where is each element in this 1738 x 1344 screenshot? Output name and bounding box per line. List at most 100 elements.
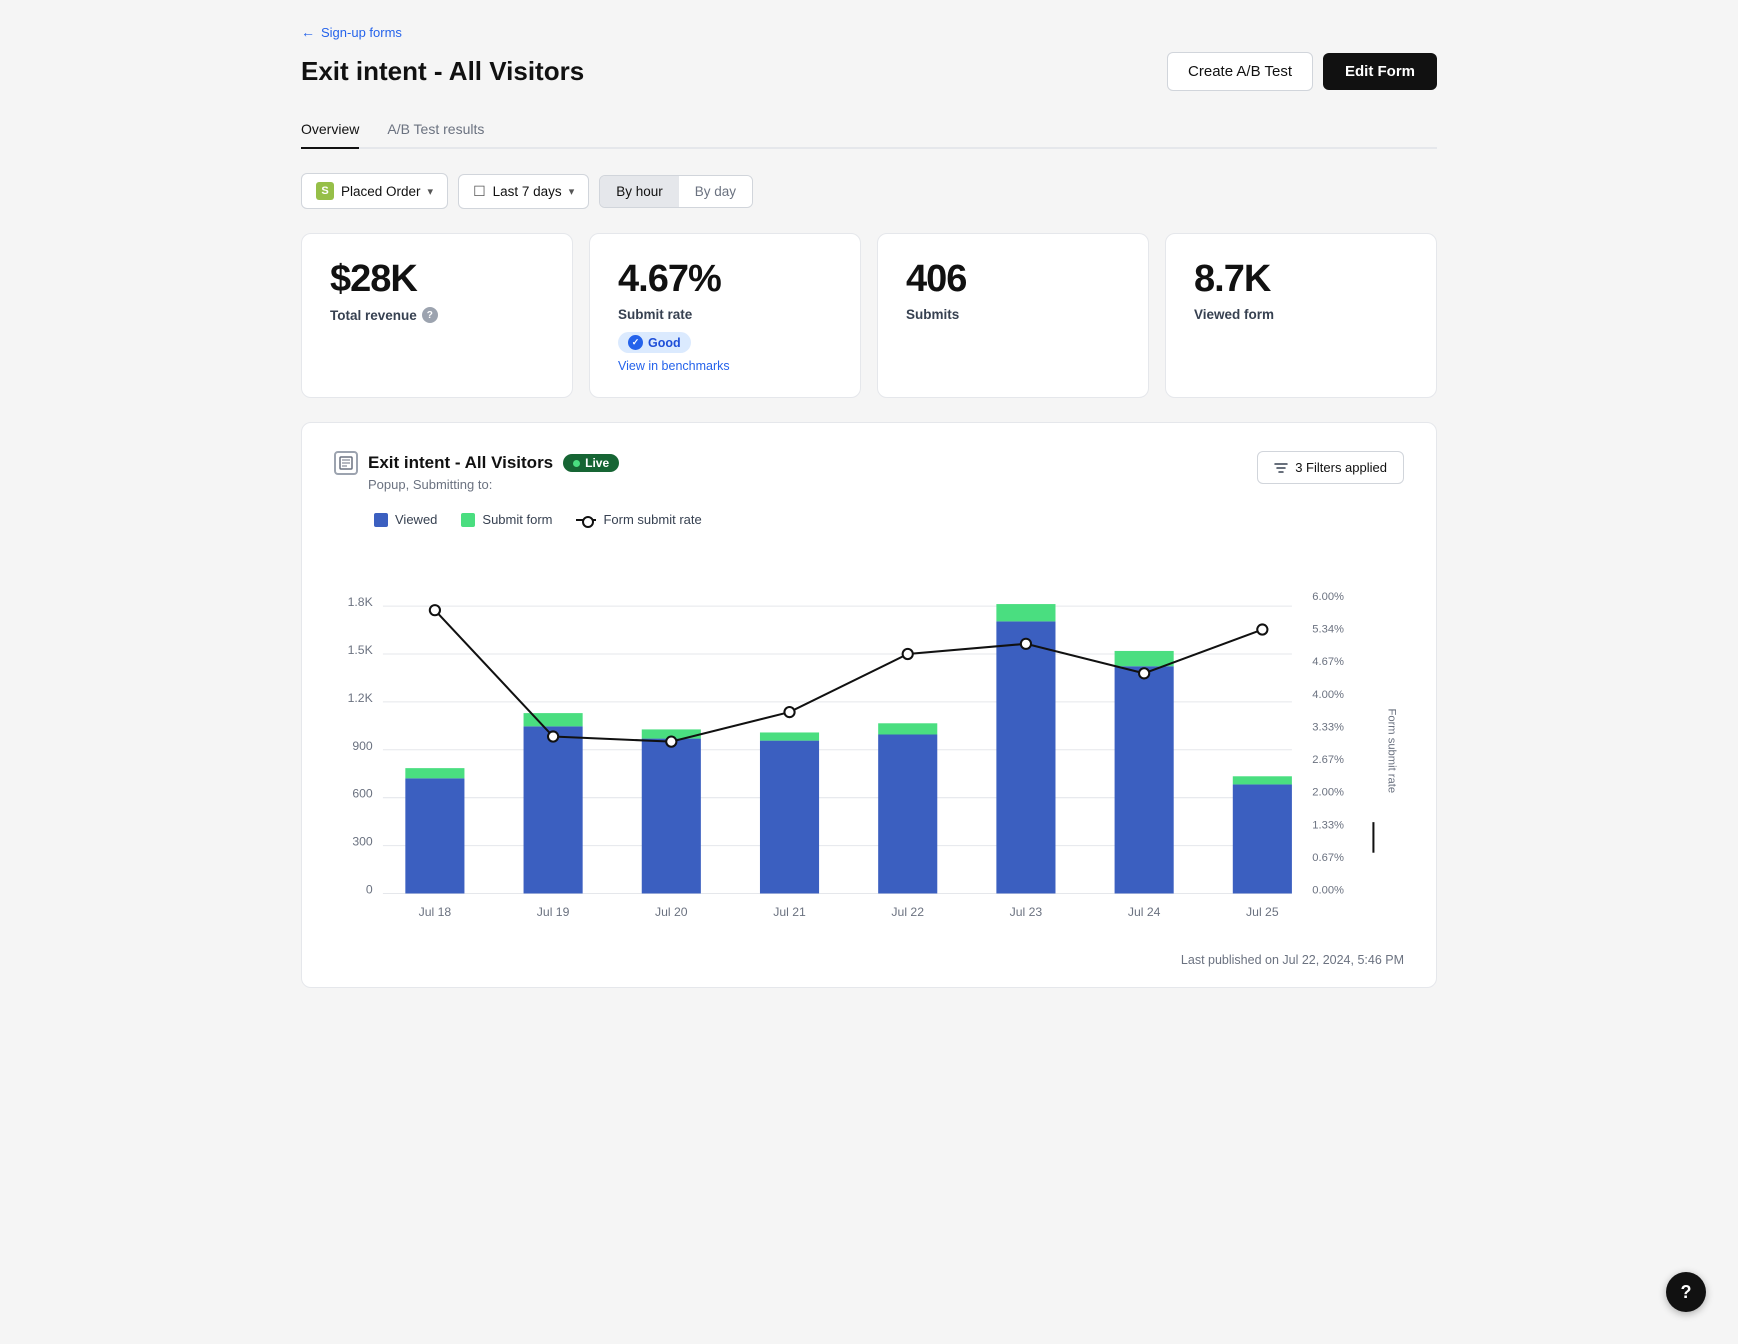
tab-ab-results[interactable]: A/B Test results	[387, 111, 484, 149]
view-benchmarks-link[interactable]: View in benchmarks	[618, 359, 832, 373]
back-arrow-icon: ←	[301, 24, 315, 40]
x-label-jul24: Jul 24	[1128, 905, 1161, 919]
chart-subtitle: Popup, Submitting to:	[368, 477, 619, 492]
header-actions: Create A/B Test Edit Form	[1167, 52, 1437, 91]
bar-viewed-jul25	[1233, 784, 1292, 893]
dot-jul25	[1257, 624, 1267, 634]
svg-text:2.00%: 2.00%	[1312, 787, 1344, 799]
calendar-icon: ☐	[473, 183, 486, 200]
bar-viewed-jul24	[1115, 666, 1174, 893]
help-fab-button[interactable]: ?	[1666, 1272, 1706, 1312]
legend-submit-form: Submit form	[461, 512, 552, 527]
create-ab-test-button[interactable]: Create A/B Test	[1167, 52, 1313, 91]
chart-title-group: Exit intent - All Visitors Live Popup, S…	[334, 451, 619, 492]
live-badge: Live	[563, 454, 619, 472]
published-text: Last published on Jul 22, 2024, 5:46 PM	[334, 953, 1404, 967]
metrics-row: $28K Total revenue ? 4.67% Submit rate ✓…	[301, 233, 1437, 398]
legend-viewed-box	[374, 513, 388, 527]
x-label-jul23: Jul 23	[1010, 905, 1043, 919]
dot-jul22	[903, 649, 913, 659]
by-day-toggle[interactable]: By day	[679, 176, 752, 207]
bar-viewed-jul19	[524, 726, 583, 893]
filters-applied-button[interactable]: 3 Filters applied	[1257, 451, 1404, 484]
dot-jul18	[430, 605, 440, 615]
metric-label-viewed: Viewed form	[1194, 307, 1408, 322]
svg-text:900: 900	[352, 739, 373, 753]
svg-text:6.00%: 6.00%	[1312, 591, 1344, 603]
x-label-jul25: Jul 25	[1246, 905, 1279, 919]
dot-jul23	[1021, 639, 1031, 649]
x-label-jul22: Jul 22	[891, 905, 924, 919]
legend-form-submit-rate: Form submit rate	[576, 512, 701, 527]
metric-submits: 406 Submits	[877, 233, 1149, 398]
svg-text:Form submit rate: Form submit rate	[1386, 709, 1398, 794]
metric-label-submits: Submits	[906, 307, 1120, 322]
svg-text:1.2K: 1.2K	[348, 691, 374, 705]
metric-total-revenue: $28K Total revenue ?	[301, 233, 573, 398]
metric-viewed-form: 8.7K Viewed form	[1165, 233, 1437, 398]
live-dot	[573, 460, 580, 467]
chart-svg: 0 300 600 900 1.2K 1.5K 1.8K 0.00% 0.67%…	[334, 547, 1404, 934]
svg-text:3.33%: 3.33%	[1312, 721, 1344, 733]
chevron-down-icon: ▾	[428, 185, 434, 198]
svg-text:1.8K: 1.8K	[348, 595, 374, 609]
dot-jul20	[666, 737, 676, 747]
svg-text:1.33%: 1.33%	[1312, 819, 1344, 831]
help-icon-revenue[interactable]: ?	[422, 307, 438, 323]
good-badge: ✓ Good	[618, 332, 691, 353]
date-range-filter[interactable]: ☐ Last 7 days ▾	[458, 174, 589, 209]
tab-overview[interactable]: Overview	[301, 111, 359, 149]
by-hour-toggle[interactable]: By hour	[600, 176, 679, 207]
metric-label-submit-rate: Submit rate	[618, 307, 832, 322]
svg-text:2.67%: 2.67%	[1312, 754, 1344, 766]
tabs-row: Overview A/B Test results	[301, 111, 1437, 149]
back-label: Sign-up forms	[321, 25, 402, 40]
bar-viewed-jul21	[760, 741, 819, 894]
bar-viewed-jul20	[642, 739, 701, 894]
bar-submit-jul25	[1233, 776, 1292, 784]
chart-title: Exit intent - All Visitors	[368, 453, 553, 473]
page-title: Exit intent - All Visitors	[301, 56, 584, 87]
chart-card: Exit intent - All Visitors Live Popup, S…	[301, 422, 1437, 988]
check-icon: ✓	[628, 335, 643, 350]
x-label-jul20: Jul 20	[655, 905, 688, 919]
svg-text:0.67%: 0.67%	[1312, 852, 1344, 864]
metric-value-submit-rate: 4.67%	[618, 258, 832, 301]
chart-header: Exit intent - All Visitors Live Popup, S…	[334, 451, 1404, 492]
svg-text:4.67%: 4.67%	[1312, 656, 1344, 668]
shopify-icon: S	[316, 182, 334, 200]
dot-jul19	[548, 731, 558, 741]
back-link[interactable]: ← Sign-up forms	[301, 24, 1437, 40]
svg-text:300: 300	[352, 835, 373, 849]
edit-form-button[interactable]: Edit Form	[1323, 53, 1437, 90]
svg-text:1.5K: 1.5K	[348, 643, 374, 657]
bar-viewed-jul23	[996, 621, 1055, 893]
placed-order-label: Placed Order	[341, 184, 421, 199]
bar-submit-jul23	[996, 604, 1055, 621]
bar-viewed-jul18	[405, 778, 464, 893]
chart-form-icon	[334, 451, 358, 475]
metric-value-viewed: 8.7K	[1194, 258, 1408, 301]
dot-jul24	[1139, 668, 1149, 678]
metric-submit-rate: 4.67% Submit rate ✓ Good View in benchma…	[589, 233, 861, 398]
bar-submit-jul22	[878, 723, 937, 734]
dot-jul21	[784, 707, 794, 717]
placed-order-filter[interactable]: S Placed Order ▾	[301, 173, 448, 209]
svg-text:600: 600	[352, 787, 373, 801]
time-toggle-group: By hour By day	[599, 175, 753, 208]
date-range-label: Last 7 days	[493, 184, 562, 199]
chart-legend: Viewed Submit form Form submit rate	[374, 512, 1404, 527]
x-label-jul18: Jul 18	[419, 905, 452, 919]
legend-rate-line	[576, 519, 596, 521]
svg-text:4.00%: 4.00%	[1312, 689, 1344, 701]
chart-area: 0 300 600 900 1.2K 1.5K 1.8K 0.00% 0.67%…	[334, 547, 1404, 937]
bar-submit-jul21	[760, 732, 819, 740]
metric-label-revenue: Total revenue ?	[330, 307, 544, 323]
bar-submit-jul24	[1115, 651, 1174, 666]
metric-value-revenue: $28K	[330, 258, 544, 301]
svg-text:5.34%: 5.34%	[1312, 624, 1344, 636]
bar-viewed-jul22	[878, 735, 937, 894]
legend-submit-box	[461, 513, 475, 527]
filters-row: S Placed Order ▾ ☐ Last 7 days ▾ By hour…	[301, 173, 1437, 209]
bar-submit-jul18	[405, 768, 464, 778]
